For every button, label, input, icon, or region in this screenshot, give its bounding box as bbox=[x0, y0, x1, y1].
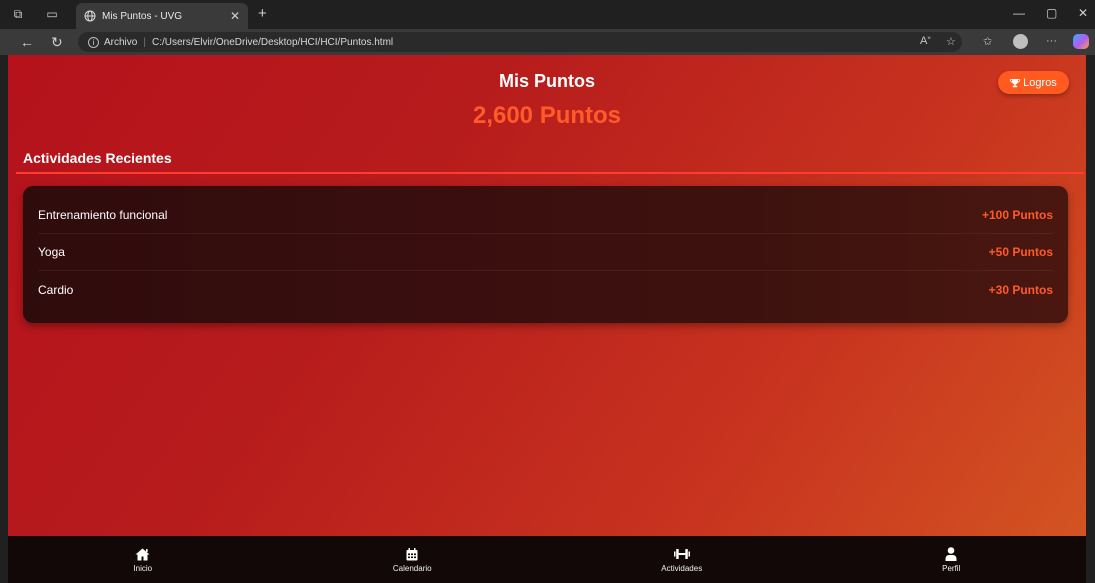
user-icon bbox=[945, 546, 957, 562]
nav-label: Inicio bbox=[133, 564, 153, 573]
favorite-star-icon[interactable]: ☆ bbox=[946, 35, 956, 48]
home-icon bbox=[135, 546, 150, 562]
url-separator: | bbox=[143, 36, 146, 48]
read-aloud-icon[interactable]: A» bbox=[920, 35, 931, 47]
url-scheme-label: Archivo bbox=[104, 36, 138, 48]
section-title: Actividades Recientes bbox=[23, 150, 172, 166]
activity-row: Cardio +30 Puntos bbox=[38, 271, 1053, 308]
activity-row: Entrenamiento funcional +100 Puntos bbox=[38, 197, 1053, 234]
profile-avatar-icon[interactable] bbox=[1013, 34, 1028, 49]
calendar-icon bbox=[406, 546, 418, 562]
nav-label: Actividades bbox=[661, 564, 703, 573]
close-window-icon[interactable]: ✕ bbox=[1078, 6, 1088, 20]
activity-name: Cardio bbox=[38, 282, 74, 297]
nav-label: Perfil bbox=[942, 564, 961, 573]
back-icon[interactable]: ← bbox=[20, 34, 34, 50]
url-text: C:/Users/Elvir/OneDrive/Desktop/HCI/HCI/… bbox=[151, 36, 394, 48]
section-divider bbox=[16, 172, 1084, 174]
globe-icon bbox=[84, 10, 96, 22]
nav-item-calendario[interactable]: Calendario bbox=[278, 536, 548, 583]
activity-name: Entrenamiento funcional bbox=[38, 208, 168, 222]
close-tab-icon[interactable]: ✕ bbox=[230, 9, 240, 23]
nav-label: Calendario bbox=[392, 564, 432, 573]
browser-titlebar: ⧉ ▭ Mis Puntos - UVG ✕ + — ▢ ✕ bbox=[0, 0, 1095, 29]
activity-points: +30 Puntos bbox=[988, 282, 1053, 297]
activity-name: Yoga bbox=[38, 245, 65, 259]
tab-actions-icon[interactable]: ▭ bbox=[44, 6, 60, 22]
dumbbell-icon bbox=[673, 546, 690, 562]
workspaces-icon[interactable]: ⧉ bbox=[10, 6, 26, 22]
restore-icon[interactable]: ▢ bbox=[1046, 6, 1057, 20]
favorites-icon[interactable]: ✩ bbox=[983, 35, 992, 48]
browser-address-bar: ← ↻ i Archivo | C:/Users/Elvir/OneDrive/… bbox=[0, 29, 1095, 55]
nav-item-inicio[interactable]: Inicio bbox=[8, 536, 278, 583]
page-viewport: Logros Mis Puntos 2,600 Puntos Actividad… bbox=[8, 55, 1086, 583]
copilot-icon[interactable] bbox=[1073, 34, 1089, 49]
activity-points: +100 Puntos bbox=[981, 208, 1053, 222]
tab-title: Mis Puntos - UVG bbox=[102, 10, 183, 22]
points-total: 2,600 Puntos bbox=[472, 102, 622, 129]
bottom-nav: Inicio Calendario Actividades Perfil bbox=[8, 536, 1086, 583]
new-tab-icon[interactable]: + bbox=[258, 5, 267, 22]
minimize-icon[interactable]: — bbox=[1013, 6, 1025, 20]
nav-item-actividades[interactable]: Actividades bbox=[547, 536, 817, 583]
browser-tab[interactable]: Mis Puntos - UVG ✕ bbox=[76, 3, 248, 29]
nav-item-perfil[interactable]: Perfil bbox=[817, 536, 1087, 583]
activity-row: Yoga +50 Puntos bbox=[38, 234, 1053, 271]
info-icon[interactable]: i bbox=[88, 36, 99, 48]
more-icon[interactable]: ··· bbox=[1046, 35, 1057, 47]
page-title: Mis Puntos bbox=[498, 71, 595, 91]
activities-card: Entrenamiento funcional +100 Puntos Yoga… bbox=[23, 186, 1068, 323]
activity-points: +50 Puntos bbox=[988, 245, 1053, 259]
refresh-icon[interactable]: ↻ bbox=[51, 34, 63, 51]
url-field[interactable]: i Archivo | C:/Users/Elvir/OneDrive/Desk… bbox=[78, 32, 962, 52]
